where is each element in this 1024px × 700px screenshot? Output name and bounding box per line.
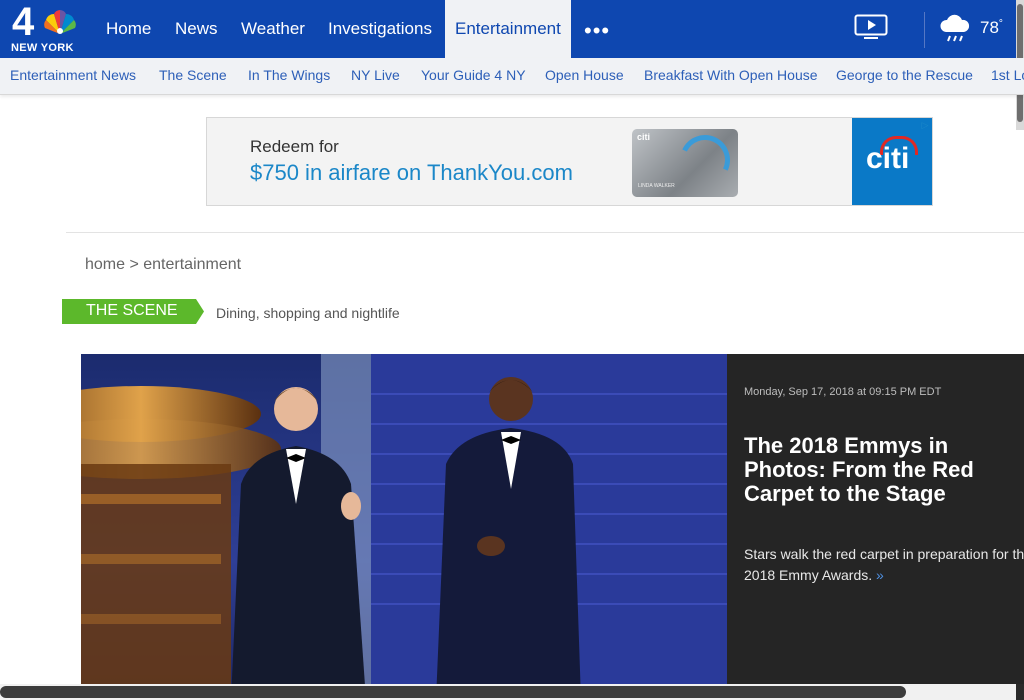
subnav-entertainment-news[interactable]: Entertainment News bbox=[10, 58, 136, 92]
article-description: Stars walk the red carpet in preparation… bbox=[744, 544, 1024, 586]
adchoices-icon[interactable]: ▷ bbox=[919, 119, 931, 131]
emmys-stage-photo bbox=[81, 354, 727, 700]
top-nav-bar: 4 NEW YORK Home News Weather Investigati… bbox=[0, 0, 1024, 58]
nav-news[interactable]: News bbox=[165, 0, 228, 58]
card-arc bbox=[672, 127, 738, 193]
subnav-breakfast-open-house[interactable]: Breakfast With Open House bbox=[644, 58, 818, 92]
subnav-ny-live[interactable]: NY Live bbox=[351, 58, 400, 92]
nav-weather[interactable]: Weather bbox=[231, 0, 315, 58]
nav-home[interactable]: Home bbox=[96, 0, 161, 58]
scrollbar-corner bbox=[1016, 684, 1024, 700]
hero-info-panel: Monday, Sep 17, 2018 at 09:15 PM EDT The… bbox=[727, 354, 1024, 700]
article-title[interactable]: The 2018 Emmys in Photos: From the Red C… bbox=[744, 434, 1024, 506]
nav-investigations[interactable]: Investigations bbox=[318, 0, 442, 58]
section-subtitle: Dining, shopping and nightlife bbox=[216, 305, 400, 321]
logo-station: NEW YORK bbox=[11, 42, 74, 54]
read-more-icon[interactable]: » bbox=[876, 567, 884, 583]
subnav-open-house[interactable]: Open House bbox=[545, 58, 624, 92]
nav-divider bbox=[924, 12, 925, 48]
ad-line1: Redeem for bbox=[250, 137, 339, 156]
nav-entertainment[interactable]: Entertainment bbox=[445, 0, 571, 58]
scrollbar-thumb-horizontal[interactable] bbox=[0, 686, 906, 698]
citi-ad-banner[interactable]: Redeem for $750 in airfare on ThankYou.c… bbox=[206, 117, 933, 206]
section-badge-label: THE SCENE bbox=[86, 302, 178, 319]
nbc-new-york-logo[interactable]: 4 NEW YORK bbox=[8, 0, 82, 54]
more-menu-icon[interactable]: ••• bbox=[584, 18, 610, 44]
ad-line2: $750 in airfare on ThankYou.com bbox=[250, 160, 573, 185]
subnav-first-look[interactable]: 1st Lo bbox=[991, 58, 1024, 92]
breadcrumb[interactable]: home > entertainment bbox=[85, 256, 241, 274]
peacock-icon bbox=[44, 10, 76, 34]
sub-nav-bar: Entertainment News The Scene In The Wing… bbox=[0, 58, 1024, 95]
divider bbox=[66, 232, 1024, 233]
logo-number: 4 bbox=[12, 0, 34, 44]
citi-logo-text: citi bbox=[866, 142, 910, 175]
video-play-icon[interactable] bbox=[854, 14, 888, 40]
rain-cloud-icon[interactable] bbox=[938, 12, 972, 46]
horizontal-scrollbar[interactable] bbox=[0, 684, 1024, 700]
subnav-george-rescue[interactable]: George to the Rescue bbox=[836, 58, 973, 92]
article-date: Monday, Sep 17, 2018 at 09:15 PM EDT bbox=[744, 386, 942, 398]
temperature[interactable]: 78° bbox=[980, 18, 1003, 38]
description-text: Stars walk the red carpet in preparation… bbox=[744, 546, 1024, 583]
card-brand: citi bbox=[637, 132, 651, 142]
subnav-your-guide[interactable]: Your Guide 4 NY bbox=[421, 58, 526, 92]
subnav-in-the-wings[interactable]: In The Wings bbox=[248, 58, 330, 92]
card-holder: LINDA WALKER bbox=[638, 183, 675, 189]
subnav-the-scene[interactable]: The Scene bbox=[159, 58, 227, 92]
hero-photo[interactable] bbox=[81, 354, 727, 700]
section-badge[interactable]: THE SCENE bbox=[62, 299, 204, 324]
citi-logo: citi bbox=[852, 118, 932, 205]
credit-card-image: citi LINDA WALKER bbox=[632, 127, 738, 197]
